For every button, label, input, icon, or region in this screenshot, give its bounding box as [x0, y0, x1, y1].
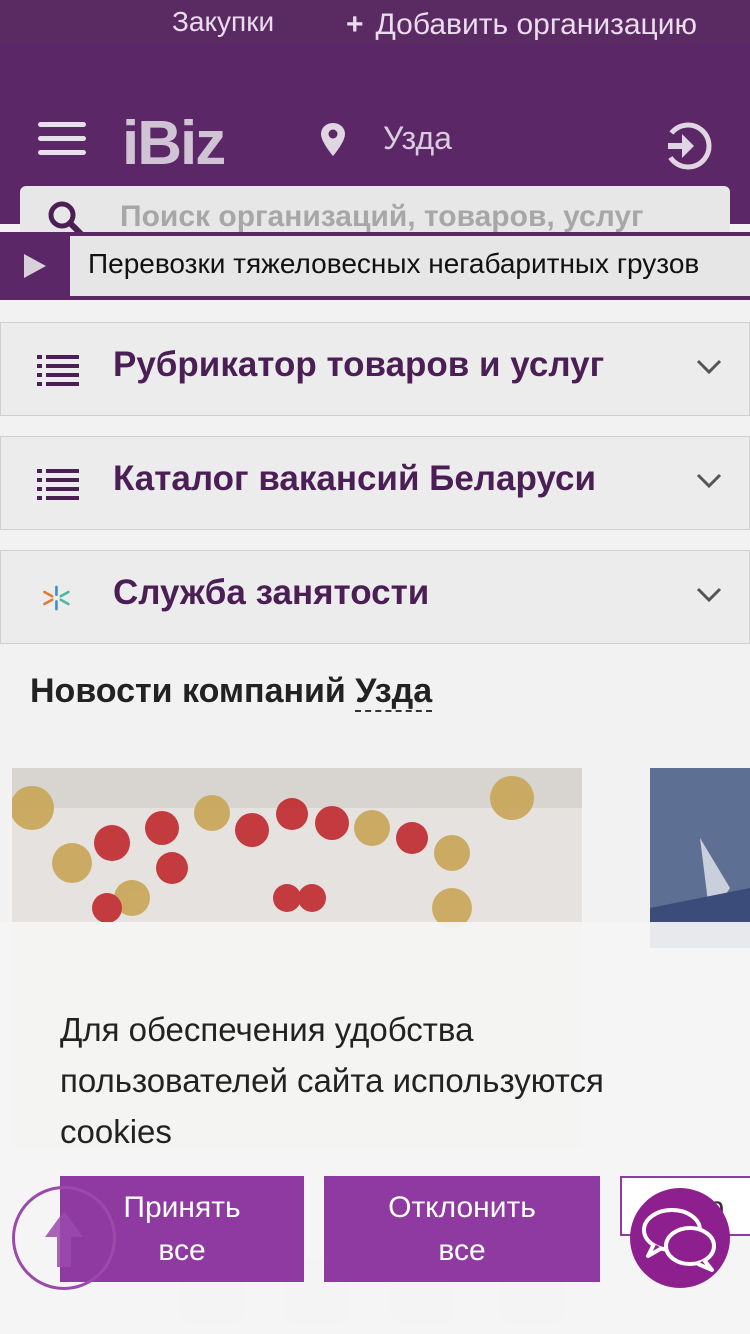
- news-heading: Новости компаний Узда: [30, 672, 433, 712]
- top-strip: Закупки + Добавить организацию: [0, 0, 750, 44]
- plus-icon: +: [346, 8, 364, 41]
- scroll-up-button[interactable]: [12, 1186, 116, 1290]
- zakupki-link[interactable]: Закупки: [172, 6, 274, 38]
- panel-employment-service[interactable]: Служба занятости: [0, 550, 750, 644]
- header: iBiz Узда Поиск организаций, товаров, ус…: [0, 44, 750, 250]
- decline-label-line2: все: [438, 1234, 486, 1267]
- arrow-up-icon: [45, 1211, 83, 1267]
- list-icon: [37, 469, 79, 500]
- login-icon[interactable]: [660, 120, 712, 172]
- panel-label: Рубрикатор товаров и услуг: [113, 345, 605, 384]
- panel-label: Каталог вакансий Беларуси: [113, 459, 596, 498]
- chevron-down-icon[interactable]: [695, 471, 723, 491]
- search-input[interactable]: Поиск организаций, товаров, услуг: [120, 200, 644, 234]
- location-pin-icon[interactable]: [318, 122, 348, 158]
- ticker-text-box[interactable]: Перевозки тяжеловесных негабаритных груз…: [70, 236, 750, 296]
- chat-button[interactable]: [630, 1188, 730, 1288]
- cookie-text: Для обеспечения удобства пользователей с…: [60, 1011, 604, 1150]
- list-icon: [37, 355, 79, 386]
- add-organization-link[interactable]: + Добавить организацию: [346, 8, 697, 42]
- city-selector[interactable]: Узда: [383, 120, 452, 157]
- add-organization-label: Добавить организацию: [375, 8, 697, 41]
- panel-vacancies[interactable]: Каталог вакансий Беларуси: [0, 436, 750, 530]
- panel-rubricator[interactable]: Рубрикатор товаров и услуг: [0, 322, 750, 416]
- news-ticker: Перевозки тяжеловесных негабаритных груз…: [0, 232, 750, 300]
- play-icon[interactable]: [0, 236, 70, 296]
- menu-icon[interactable]: [38, 122, 86, 156]
- sky-photo: [650, 768, 750, 948]
- chevron-down-icon[interactable]: [695, 585, 723, 605]
- news-card-image-2[interactable]: [650, 768, 750, 948]
- decline-label-line1: Отклонить: [388, 1191, 536, 1224]
- employment-service-icon: [43, 585, 70, 611]
- ticker-text: Перевозки тяжеловесных негабаритных груз…: [88, 248, 700, 279]
- logo[interactable]: iBiz: [122, 108, 226, 179]
- news-city-link[interactable]: Узда: [355, 672, 433, 712]
- panel-label: Служба занятости: [113, 573, 430, 612]
- decline-all-button[interactable]: Отклонить все: [324, 1176, 600, 1282]
- chevron-down-icon[interactable]: [695, 357, 723, 377]
- news-title: Новости компаний: [30, 672, 346, 710]
- chat-bubbles-icon: [642, 1208, 716, 1272]
